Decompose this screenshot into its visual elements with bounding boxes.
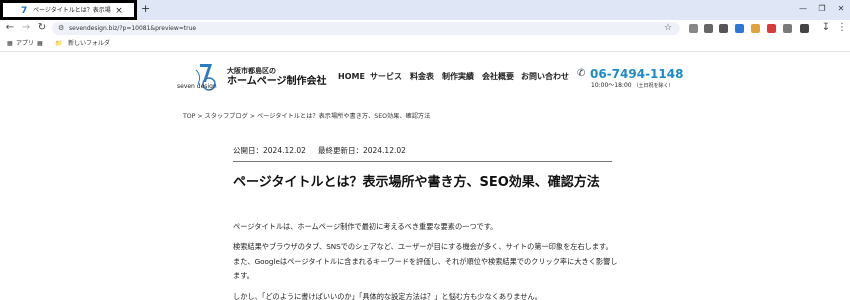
extension-icon[interactable] [719, 24, 728, 33]
breadcrumb-staff-blog[interactable]: スタッフブログ [205, 113, 248, 120]
divider [233, 161, 612, 162]
logo-mark[interactable]: seven design [176, 62, 222, 92]
site-favicon-icon: 7 [21, 6, 28, 16]
bookmarks-bar: ▦ アプリ ▦ 📁 新しいフォルダ [0, 37, 850, 52]
nav-home[interactable]: HOME [338, 72, 365, 82]
close-window-icon[interactable]: ✕ [834, 2, 848, 16]
tab-title: ページタイトルとは？表示場所や書 [33, 7, 111, 14]
breadcrumb-separator: > [197, 113, 203, 120]
logo-subtitle: 大阪市都島区の [227, 67, 276, 75]
download-icon[interactable]: ↧ [820, 22, 832, 34]
logo-title[interactable]: ホームページ制作会社 [227, 76, 327, 88]
back-icon[interactable]: ← [4, 22, 16, 34]
nav-company[interactable]: 会社概要 [482, 72, 514, 82]
bookmark-star-icon[interactable]: ☆ [664, 22, 672, 35]
nav-contact[interactable]: お問い合わせ [521, 72, 569, 82]
phone-number[interactable]: 06-7494-1148 [590, 67, 683, 81]
breadcrumb: TOP > スタッフブログ > ページタイトルとは？表示場所や書き方、SEO効果… [183, 112, 430, 122]
article-paragraph: 検索結果やブラウザのタブ、SNSでのシェアなど、ユーザーが目にする機会が多く、サ… [233, 242, 618, 280]
updated-date: 最終更新日：2024.12.02 [317, 146, 406, 155]
article-title: ページタイトルとは？表示場所や書き方、SEO効果、確認方法 [233, 175, 600, 190]
site-info-icon[interactable]: ⚙ [58, 23, 64, 34]
nav-pricing[interactable]: 料金表 [410, 72, 434, 82]
logo-mark-text: seven design [177, 83, 217, 90]
article-paragraph: ページタイトルは、ホームページ制作で最初に考えるべき重要な要素の一つです。 [233, 222, 498, 231]
tab-strip: 7 ページタイトルとは？表示場所や書 × + — ❐ ✕ [0, 0, 850, 20]
browser-toolbar: ← → ↻ ⚙ sevendesign.biz/?p=10081&preview… [0, 20, 850, 37]
tab-close-button[interactable]: × [113, 5, 125, 17]
nav-services[interactable]: サービス [370, 72, 402, 82]
breadcrumb-current: ページタイトルとは？表示場所や書き方、SEO効果、確認方法 [256, 113, 431, 120]
minimize-icon[interactable]: — [796, 2, 810, 16]
apps-grid-icon[interactable]: ▦ [7, 39, 13, 49]
bookmark-folder[interactable]: 新しいフォルダ [68, 39, 110, 49]
article-paragraph: しかし、「どのように書けばいいのか」「具体的な設定方法は？」と悩む方も少なくあり… [233, 292, 542, 300]
phone-icon: ✆ [577, 68, 586, 79]
new-tab-button[interactable]: + [141, 3, 150, 15]
address-bar[interactable]: ⚙ sevendesign.biz/?p=10081&preview=true … [52, 22, 680, 35]
business-hours: 10:00〜18:00 （土日祝を除く） [591, 82, 674, 90]
breadcrumb-top[interactable]: TOP [183, 113, 195, 120]
folder-icon[interactable]: 📁 [55, 39, 62, 49]
hours-text: 10:00〜18:00 [591, 82, 632, 89]
nav-works[interactable]: 制作実績 [442, 72, 474, 82]
breadcrumb-separator: > [249, 113, 255, 120]
url-text[interactable]: sevendesign.biz/?p=10081&preview=true [69, 23, 196, 34]
grid-icon[interactable]: ▦ [37, 39, 43, 49]
extension-icon[interactable] [767, 24, 776, 33]
extension-icon[interactable] [783, 24, 792, 33]
extension-icon[interactable] [751, 24, 760, 33]
menu-icon[interactable]: ⋮ [836, 22, 848, 34]
bookmark-apps[interactable]: アプリ [16, 39, 34, 49]
forward-icon[interactable]: → [20, 22, 32, 34]
tab-active[interactable]: 7 ページタイトルとは？表示場所や書 × [0, 0, 137, 20]
published-date: 公開日：2024.12.02 [233, 146, 306, 155]
restore-icon[interactable]: ❐ [815, 2, 829, 16]
extension-icon[interactable] [689, 24, 698, 33]
reload-icon[interactable]: ↻ [36, 22, 48, 34]
extension-icon[interactable] [735, 24, 744, 33]
hours-note: （土日祝を除く） [633, 83, 674, 89]
puzzle-icon[interactable] [800, 24, 809, 33]
camera-icon[interactable] [704, 24, 713, 33]
article-dates: 公開日：2024.12.02 最終更新日：2024.12.02 [233, 146, 406, 156]
